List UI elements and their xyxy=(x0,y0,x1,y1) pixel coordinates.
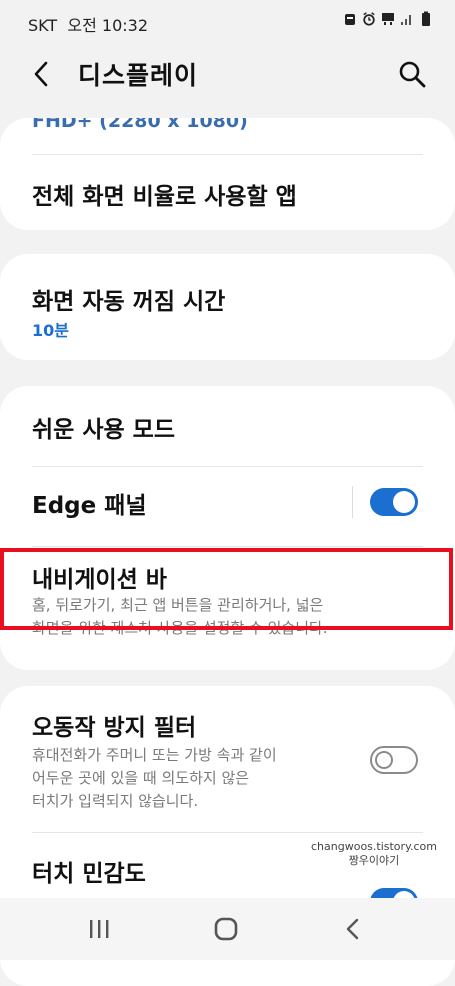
settings-card-timeout: 화면 자동 꺼짐 시간 10분 xyxy=(0,254,455,360)
easy-mode-item[interactable]: 쉬운 사용 모드 xyxy=(0,386,455,466)
chevron-left-icon[interactable] xyxy=(26,58,58,90)
accidental-touch-description-line1: 휴대전화가 주머니 또는 가방 속과 같이 xyxy=(32,746,277,764)
watermark-url: changwoos.tistory.com xyxy=(311,840,437,853)
signal-icon xyxy=(401,15,411,25)
edge-panels-item[interactable]: Edge 패널 xyxy=(0,466,455,546)
accidental-touch-toggle[interactable] xyxy=(370,746,418,774)
app-bar: 디스플레이 xyxy=(0,44,455,104)
screen-timeout-title: 화면 자동 꺼짐 시간 xyxy=(32,289,226,315)
status-icons xyxy=(343,11,433,27)
clock: 오전 10:32 xyxy=(67,16,148,35)
screen-resolution-value: FHD+ (2280 x 1080) xyxy=(32,118,248,132)
alarm-icon xyxy=(363,12,375,26)
navigation-bar-description-line2: 화면을 위한 제스처 사용을 설정할 수 있습니다. xyxy=(32,619,328,637)
status-left: SKT 오전 10:32 xyxy=(28,12,148,36)
system-nav-bar xyxy=(0,898,455,960)
edge-panels-title: Edge 패널 xyxy=(32,493,147,519)
easy-mode-title: 쉬운 사용 모드 xyxy=(32,417,175,443)
watermark: changwoos.tistory.com 짱우이야기 xyxy=(311,840,437,868)
edge-panels-toggle[interactable] xyxy=(370,488,418,516)
accidental-touch-title: 오동작 방지 필터 xyxy=(32,715,197,741)
full-screen-apps-title: 전체 화면 비율로 사용할 앱 xyxy=(32,184,297,210)
full-screen-apps-item[interactable]: 전체 화면 비율로 사용할 앱 xyxy=(0,154,455,230)
settings-card-resolution: FHD+ (2280 x 1080) 전체 화면 비율로 사용할 앱 xyxy=(0,118,455,230)
vertical-separator xyxy=(352,486,353,518)
accidental-touch-description-line2: 어두운 곳에 있을 때 의도하지 않은 xyxy=(32,769,250,787)
navigation-bar-description-line1: 홈, 뒤로가기, 최근 앱 버튼을 관리하거나, 넓은 xyxy=(32,596,324,614)
screen-timeout-item[interactable]: 화면 자동 꺼짐 시간 10분 xyxy=(0,254,455,360)
screen-timeout-value: 10분 xyxy=(32,321,69,340)
home-icon[interactable] xyxy=(211,916,241,942)
search-icon[interactable] xyxy=(397,59,427,89)
recents-icon[interactable] xyxy=(84,916,114,942)
5g-icon xyxy=(382,13,394,25)
back-icon[interactable] xyxy=(338,916,368,942)
page-title: 디스플레이 xyxy=(78,61,199,90)
navigation-bar-title: 내비게이션 바 xyxy=(32,567,167,593)
navigation-bar-item[interactable]: 내비게이션 바 홈, 뒤로가기, 최근 앱 버튼을 관리하거나, 넓은 화면을 … xyxy=(0,550,455,637)
accidental-touch-description-line3: 터치가 입력되지 않습니다. xyxy=(32,792,199,810)
status-bar: SKT 오전 10:32 xyxy=(0,0,455,44)
carrier: SKT xyxy=(28,16,58,35)
settings-card-interaction: 쉬운 사용 모드 Edge 패널 내비게이션 바 홈, 뒤로가기, 최근 앱 버… xyxy=(0,386,455,670)
alarm-off-icon xyxy=(345,14,355,25)
touch-sensitivity-title: 터치 민감도 xyxy=(32,861,146,887)
accidental-touch-item[interactable]: 오동작 방지 필터 휴대전화가 주머니 또는 가방 속과 같이 어두운 곳에 있… xyxy=(0,686,455,832)
divider xyxy=(32,546,423,547)
battery-icon xyxy=(422,11,430,26)
watermark-name: 짱우이야기 xyxy=(348,854,400,867)
